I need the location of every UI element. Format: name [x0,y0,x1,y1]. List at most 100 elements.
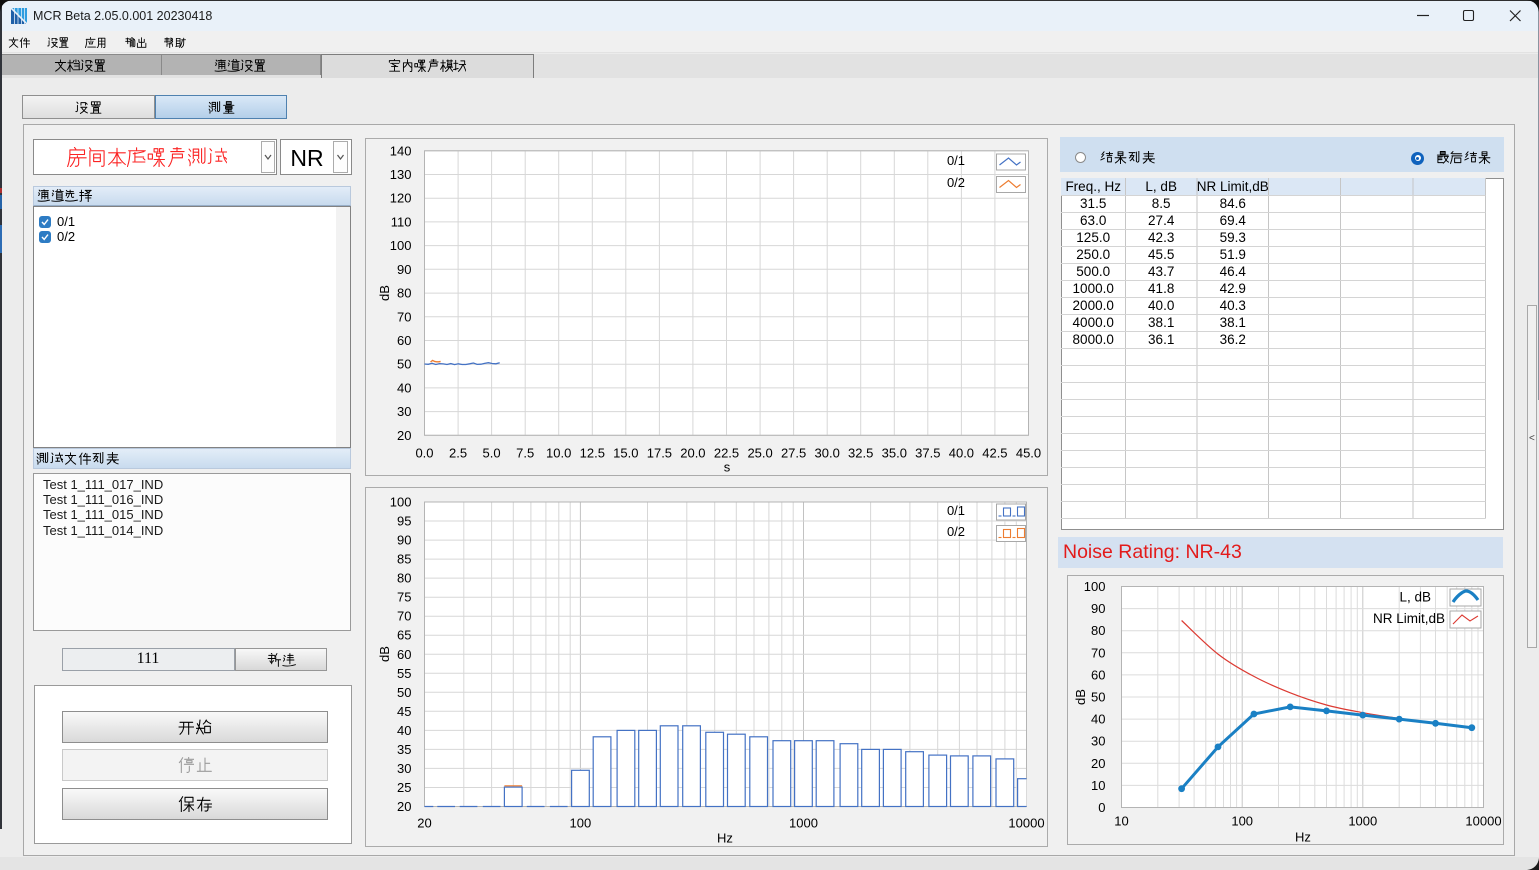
svg-text:27.4: 27.4 [1148,213,1175,228]
svg-text:41.8: 41.8 [1148,281,1174,296]
svg-text:500.0: 500.0 [1076,264,1110,279]
svg-text:100: 100 [1231,813,1253,828]
svg-text:s: s [723,459,730,474]
svg-text:38.1: 38.1 [1148,315,1174,330]
svg-text:40: 40 [397,380,411,395]
svg-text:30: 30 [397,404,411,419]
svg-text:36.2: 36.2 [1220,332,1246,347]
svg-text:15.0: 15.0 [613,445,638,460]
svg-text:51.9: 51.9 [1220,247,1246,262]
svg-text:5.0: 5.0 [482,445,500,460]
svg-text:22.5: 22.5 [713,445,738,460]
svg-text:0/2: 0/2 [946,175,964,190]
svg-text:0/2: 0/2 [946,524,964,539]
svg-text:dB: dB [1073,689,1088,705]
svg-text:0: 0 [1098,800,1105,815]
svg-text:40: 40 [1091,711,1105,726]
svg-text:NR Limit,dB: NR Limit,dB [1372,611,1444,626]
svg-text:125.0: 125.0 [1076,230,1110,245]
svg-text:30: 30 [1091,733,1105,748]
svg-text:10000: 10000 [1465,813,1501,828]
svg-text:Freq., Hz: Freq., Hz [1065,179,1121,194]
svg-text:69.4: 69.4 [1220,213,1247,228]
svg-text:60: 60 [397,333,411,348]
svg-text:L, dB: L, dB [1399,589,1431,604]
svg-text:8000.0: 8000.0 [1073,332,1114,347]
svg-text:7.5: 7.5 [516,445,534,460]
svg-text:100: 100 [389,495,411,510]
svg-text:59.3: 59.3 [1220,230,1246,245]
svg-text:50: 50 [1091,689,1105,704]
svg-text:45.5: 45.5 [1148,247,1174,262]
svg-text:30.0: 30.0 [814,445,839,460]
svg-text:42.5: 42.5 [982,445,1007,460]
svg-text:140: 140 [389,143,411,158]
svg-text:1000: 1000 [789,816,818,831]
svg-text:NR Limit,dB: NR Limit,dB [1197,179,1269,194]
svg-text:20.0: 20.0 [680,445,705,460]
svg-text:0.0: 0.0 [415,445,433,460]
svg-text:1000: 1000 [1348,813,1377,828]
svg-text:46.4: 46.4 [1220,264,1247,279]
svg-text:42.9: 42.9 [1220,281,1246,296]
svg-text:35.0: 35.0 [881,445,906,460]
svg-text:35: 35 [397,742,411,757]
svg-text:75: 75 [397,590,411,605]
svg-text:70: 70 [1091,645,1105,660]
svg-text:10.0: 10.0 [546,445,571,460]
svg-text:20: 20 [417,816,431,831]
svg-text:20: 20 [397,427,411,442]
svg-text:Hz: Hz [717,831,733,846]
svg-text:30: 30 [397,761,411,776]
svg-text:50: 50 [397,685,411,700]
svg-text:95: 95 [397,514,411,529]
svg-text:43.7: 43.7 [1148,264,1174,279]
svg-text:37.5: 37.5 [915,445,940,460]
svg-text:80: 80 [397,285,411,300]
svg-text:12.5: 12.5 [579,445,604,460]
svg-text:50: 50 [397,356,411,371]
svg-text:100: 100 [1083,579,1105,594]
svg-text:84.6: 84.6 [1220,196,1246,211]
svg-text:40.3: 40.3 [1220,298,1246,313]
svg-text:dB: dB [377,646,392,662]
svg-text:0/1: 0/1 [946,153,964,168]
svg-text:250.0: 250.0 [1076,247,1110,262]
svg-text:38.1: 38.1 [1220,315,1246,330]
svg-text:32.5: 32.5 [848,445,873,460]
svg-text:10: 10 [1114,813,1128,828]
svg-text:25: 25 [397,780,411,795]
svg-text:42.3: 42.3 [1148,230,1174,245]
svg-text:40.0: 40.0 [948,445,973,460]
svg-text:25.0: 25.0 [747,445,772,460]
svg-text:45: 45 [397,704,411,719]
svg-text:63.0: 63.0 [1080,213,1106,228]
svg-text:80: 80 [1091,623,1105,638]
svg-text:27.5: 27.5 [780,445,805,460]
svg-text:L, dB: L, dB [1145,179,1177,194]
svg-text:40: 40 [397,723,411,738]
svg-text:90: 90 [397,533,411,548]
svg-text:60: 60 [1091,667,1105,682]
svg-text:90: 90 [397,261,411,276]
svg-text:Hz: Hz [1295,829,1311,844]
svg-text:100: 100 [389,238,411,253]
svg-text:90: 90 [1091,601,1105,616]
svg-text:31.5: 31.5 [1080,196,1106,211]
svg-text:10000: 10000 [1008,816,1044,831]
svg-text:2.5: 2.5 [449,445,467,460]
svg-text:100: 100 [569,816,591,831]
svg-text:45.0: 45.0 [1015,445,1040,460]
svg-text:20: 20 [1091,755,1105,770]
svg-text:70: 70 [397,609,411,624]
svg-text:36.1: 36.1 [1148,332,1174,347]
svg-text:2000.0: 2000.0 [1073,298,1114,313]
svg-text:85: 85 [397,552,411,567]
svg-text:40.0: 40.0 [1148,298,1174,313]
svg-text:55: 55 [397,666,411,681]
svg-text:dB: dB [377,285,392,301]
svg-text:65: 65 [397,628,411,643]
svg-text:70: 70 [397,309,411,324]
svg-text:1000.0: 1000.0 [1073,281,1114,296]
svg-text:10: 10 [1091,777,1105,792]
